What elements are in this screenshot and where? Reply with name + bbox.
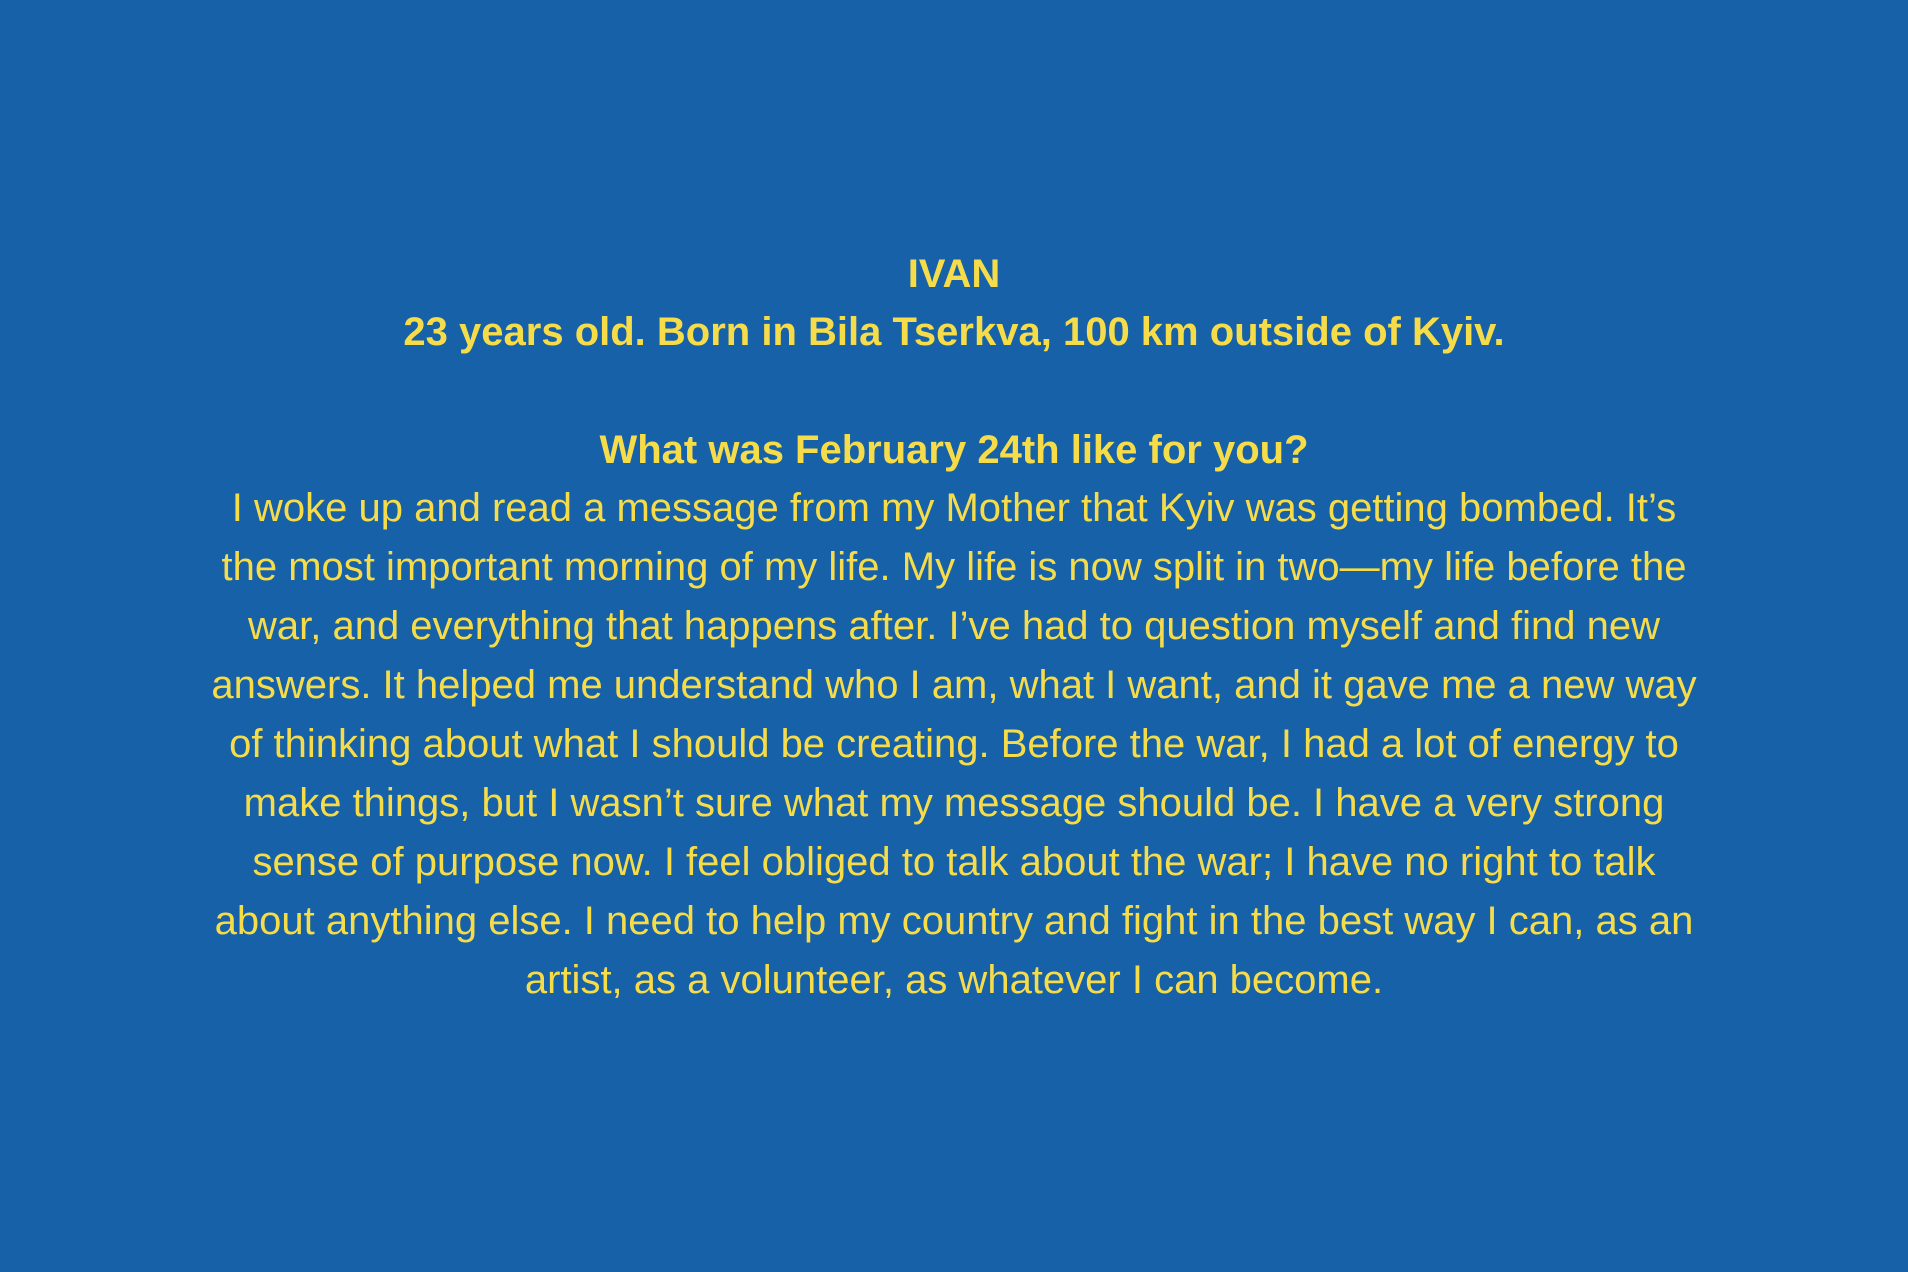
answer-line: I woke up and read a message from my Mot… bbox=[231, 486, 1677, 530]
story-card: IVAN 23 years old. Born in Bila Tserkva,… bbox=[0, 0, 1908, 1272]
person-bio: 23 years old. Born in Bila Tserkva, 100 … bbox=[403, 310, 1505, 354]
answer-line: sense of purpose now. I feel obliged to … bbox=[252, 840, 1656, 884]
answer-line: answers. It helped me understand who I a… bbox=[211, 663, 1697, 707]
answer-line: the most important morning of my life. M… bbox=[221, 545, 1687, 589]
answer-line: artist, as a volunteer, as whatever I ca… bbox=[524, 958, 1384, 1002]
interview-answer: I woke up and read a message from my Mot… bbox=[104, 479, 1804, 1010]
answer-line: about anything else. I need to help my c… bbox=[214, 899, 1694, 943]
answer-line: of thinking about what I should be creat… bbox=[229, 722, 1679, 766]
interview-question: What was February 24th like for you? bbox=[599, 428, 1309, 472]
story-content: IVAN 23 years old. Born in Bila Tserkva,… bbox=[104, 245, 1804, 1010]
answer-line: make things, but I wasn’t sure what my m… bbox=[243, 781, 1665, 825]
answer-line: war, and everything that happens after. … bbox=[247, 604, 1660, 648]
person-name: IVAN bbox=[907, 252, 1001, 296]
